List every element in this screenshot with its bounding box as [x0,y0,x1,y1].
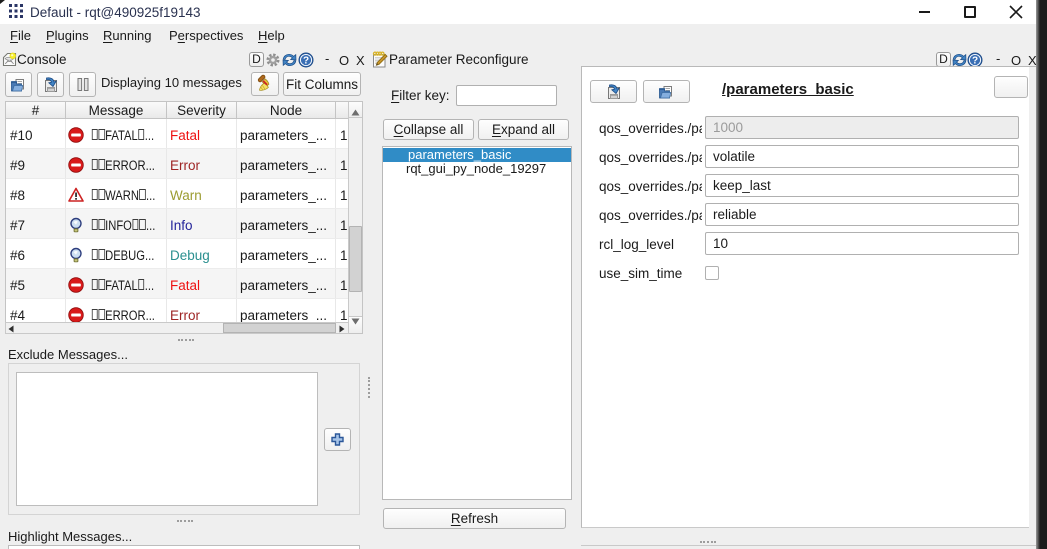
svg-text:?: ? [972,56,978,67]
svg-text:?: ? [303,56,309,67]
